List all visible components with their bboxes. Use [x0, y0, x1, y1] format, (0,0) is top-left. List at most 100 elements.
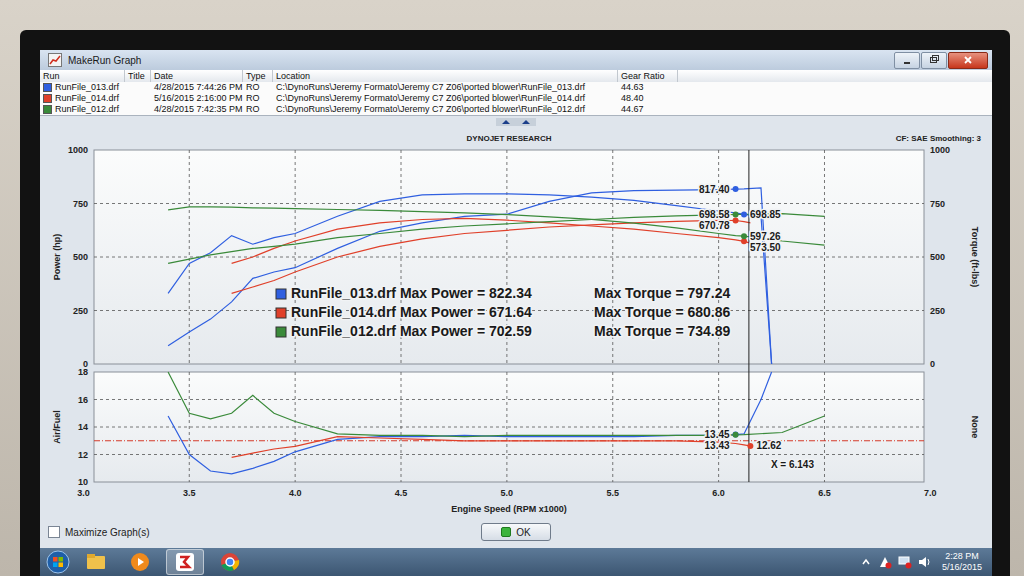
legend-max-torque: Max Torque = 734.89 — [594, 323, 731, 339]
torque-axis-label: Torque (ft-lbs) — [970, 227, 980, 287]
checkbox-box[interactable] — [48, 526, 60, 538]
power-tick: 750 — [73, 199, 88, 209]
peak-marker[interactable] — [733, 212, 739, 218]
tray-arrow-icon[interactable] — [860, 556, 872, 568]
settings-label: CF: SAE Smoothing: 3 — [896, 134, 982, 143]
peak-value: 597.26 — [750, 231, 781, 242]
column-header[interactable]: Date — [151, 70, 243, 82]
monitor-bezel: MakeRun Graph RunTitleDateTypeLocationGe… — [20, 30, 1010, 576]
column-header[interactable]: Location — [273, 70, 618, 82]
peak-marker[interactable] — [733, 432, 739, 438]
volume-icon[interactable] — [918, 555, 932, 569]
taskbar-app[interactable] — [78, 550, 114, 574]
rpm-tick: 4.0 — [289, 488, 302, 498]
network-icon[interactable] — [898, 555, 912, 569]
minimize-button[interactable] — [894, 52, 920, 69]
taskbar: 2:28 PM 5/16/2015 — [40, 548, 992, 576]
grid-line — [824, 372, 825, 482]
taskbar-app[interactable] — [212, 550, 248, 574]
cursor-line[interactable] — [748, 150, 749, 482]
legend-max-power: RunFile_012.drf Max Power = 702.59 — [291, 323, 532, 339]
dyno-chart: DYNOJET RESEARCHCF: SAE Smoothing: 30250… — [46, 128, 986, 518]
restore-icon — [929, 55, 939, 65]
torque-line — [168, 194, 772, 364]
table-header: RunTitleDateTypeLocationGear Ratio — [40, 70, 992, 82]
peak-value: 13.43 — [705, 440, 730, 451]
maximize-button[interactable] — [921, 52, 947, 69]
grid-line — [94, 257, 924, 258]
ok-button[interactable]: OK — [481, 523, 551, 541]
start-button-icon[interactable] — [46, 550, 70, 574]
grid-line — [94, 427, 924, 428]
torque-tick: 750 — [930, 199, 945, 209]
column-header[interactable]: Title — [125, 70, 151, 82]
run-color-swatch — [43, 105, 52, 114]
close-button[interactable] — [948, 52, 988, 69]
torque-tick: 0 — [930, 359, 935, 369]
column-header[interactable]: Type — [243, 70, 273, 82]
table-row[interactable]: RunFile_014.drf 5/16/2015 2:16:00 PM RO … — [40, 93, 992, 104]
run-cell: RunFile_013.drf — [40, 82, 125, 93]
peak-value: 12.62 — [756, 440, 781, 451]
rpm-tick: 5.5 — [606, 488, 619, 498]
action-center-icon[interactable] — [878, 555, 892, 569]
splitter-arrows-icon — [496, 118, 536, 126]
close-icon — [963, 55, 973, 65]
splitter[interactable] — [40, 116, 992, 128]
torque-tick: 1000 — [930, 145, 950, 155]
table-row[interactable]: RunFile_013.drf 4/28/2015 7:44:26 PM RO … — [40, 82, 992, 93]
type-cell: RO — [243, 93, 273, 104]
peak-marker[interactable] — [747, 443, 753, 449]
peak-marker[interactable] — [733, 432, 739, 438]
taskbar-app[interactable] — [166, 549, 204, 575]
run-color-swatch — [43, 94, 52, 103]
type-cell: RO — [243, 104, 273, 115]
clock[interactable]: 2:28 PM 5/16/2015 — [938, 551, 986, 573]
air-fuel-tick: 18 — [78, 367, 88, 377]
legend-swatch — [276, 308, 286, 318]
torque-tick: 500 — [930, 252, 945, 262]
title-cell — [125, 104, 151, 115]
location-cell: C:\DynoRuns\Jeremy Formato\Jeremy C7 Z06… — [273, 104, 618, 115]
gear-ratio-cell: 44.67 — [618, 104, 678, 115]
system-tray: 2:28 PM 5/16/2015 — [860, 551, 986, 573]
window-controls — [894, 52, 988, 69]
column-header[interactable]: Run — [40, 70, 125, 82]
minimize-icon — [902, 55, 912, 65]
app-icon — [48, 53, 62, 67]
air-fuel-line — [168, 372, 824, 437]
type-cell: RO — [243, 82, 273, 93]
air-fuel-line — [168, 372, 772, 474]
power-tick: 500 — [73, 252, 88, 262]
grid-line — [94, 203, 924, 204]
title-cell — [125, 82, 151, 93]
taskbar-app[interactable] — [122, 550, 158, 574]
rpm-tick: 6.0 — [712, 488, 725, 498]
rpm-tick: 6.5 — [818, 488, 831, 498]
date-cell: 5/16/2015 2:16:00 PM — [151, 93, 243, 104]
table-row[interactable]: RunFile_012.drf 4/28/2015 7:42:35 PM RO … — [40, 104, 992, 115]
torque-line — [168, 207, 824, 245]
peak-marker[interactable] — [741, 233, 747, 239]
clock-date: 5/16/2015 — [942, 562, 982, 573]
folder-icon — [86, 553, 106, 571]
media-player-icon — [130, 552, 150, 572]
run-cell: RunFile_014.drf — [40, 93, 125, 104]
peak-marker[interactable] — [741, 211, 747, 217]
air-fuel-tick: 14 — [78, 422, 88, 432]
air-fuel-tick: 10 — [78, 477, 88, 487]
title-bar[interactable]: MakeRun Graph — [40, 50, 992, 70]
peak-marker[interactable] — [733, 186, 739, 192]
power-axis-label: Power (hp) — [52, 234, 62, 281]
rpm-tick: 3.5 — [183, 488, 196, 498]
power-tick: 1000 — [68, 145, 88, 155]
gear-ratio-cell: 44.63 — [618, 82, 678, 93]
column-header[interactable]: Gear Ratio — [618, 70, 678, 82]
chrome-icon — [220, 552, 240, 572]
maximize-checkbox[interactable]: Maximize Graph(s) — [48, 526, 481, 538]
window-title: MakeRun Graph — [68, 55, 141, 66]
peak-marker[interactable] — [733, 217, 739, 223]
checkbox-label: Maximize Graph(s) — [65, 527, 149, 538]
title-cell — [125, 93, 151, 104]
grid-line — [506, 372, 507, 482]
